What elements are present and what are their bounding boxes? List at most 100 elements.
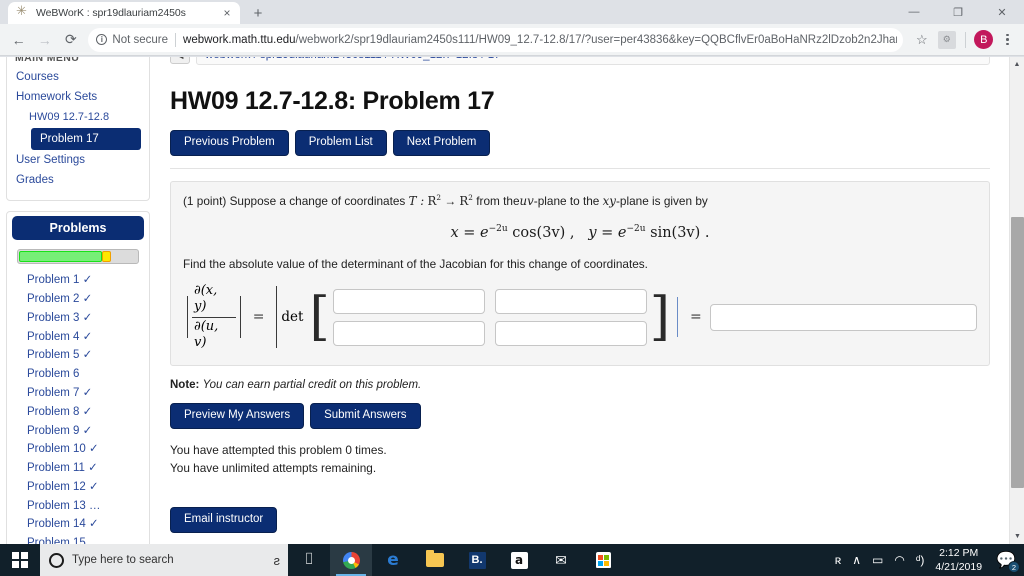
scroll-down-icon[interactable]: ▼ xyxy=(1010,529,1024,544)
scrollbar-thumb[interactable] xyxy=(1011,217,1024,488)
cortana-icon xyxy=(49,552,64,568)
mail-icon[interactable]: ✉ xyxy=(540,544,582,576)
new-tab-button[interactable]: + xyxy=(245,2,271,24)
show-hidden-icons-icon[interactable]: ∧ xyxy=(852,554,861,566)
progress-bar xyxy=(17,248,139,264)
previous-problem-button[interactable]: Previous Problem xyxy=(170,130,289,156)
domain-symbol: R2 xyxy=(427,192,442,208)
file-explorer-icon[interactable] xyxy=(414,544,456,576)
email-instructor-button[interactable]: Email instructor xyxy=(170,507,278,533)
windows-taskbar: Type here to search ƨ ⌷ e B. a ✉ ʀ ∧ ▭ ◠… xyxy=(0,544,1024,576)
sidebar-item-hw09[interactable]: HW09 12.7-12.8 xyxy=(15,108,141,128)
equation-y-rhs: sin(3v) . xyxy=(650,225,710,242)
microsoft-store-icon[interactable] xyxy=(582,544,624,576)
taskbar-clock[interactable]: 2:12 PM 4/21/2019 xyxy=(935,546,982,574)
problem-link-15[interactable]: Problem 15 xyxy=(15,535,141,544)
extension-icon[interactable]: ⚙ xyxy=(935,28,959,52)
problem-list-button[interactable]: Problem List xyxy=(294,130,387,156)
notifications-icon[interactable]: 💬 2 xyxy=(996,550,1020,573)
url-host: webwork.math.ttu.edu xyxy=(183,33,296,46)
blackboard-icon[interactable]: B. xyxy=(456,544,498,576)
sidebar-toggle-icon[interactable]: ◀ xyxy=(170,57,190,64)
jacobian-entry-22[interactable] xyxy=(494,320,647,346)
back-icon[interactable]: ← xyxy=(6,27,31,53)
minimize-icon[interactable]: — xyxy=(892,0,936,24)
jacobian-answer-row: ∂(x, y) ∂(u, v) = det [] = xyxy=(183,283,977,351)
jacobian-determinant-input[interactable] xyxy=(709,303,977,331)
submit-answers-button[interactable]: Submit Answers xyxy=(310,403,421,429)
chrome-menu-icon[interactable] xyxy=(997,28,1018,52)
browser-tab-webwork[interactable]: WeBWorK : spr19dlauriam2450s × xyxy=(8,2,240,24)
sidebar-item-user-settings[interactable]: User Settings xyxy=(15,150,141,170)
tab-close-icon[interactable]: × xyxy=(220,6,234,20)
map-symbol: T : xyxy=(408,193,425,208)
problem-link-4[interactable]: Problem 4 ✓ xyxy=(15,328,141,347)
problem-link-7[interactable]: Problem 7 ✓ xyxy=(15,384,141,403)
chrome-icon[interactable] xyxy=(330,544,372,576)
uv-plane-label: uv xyxy=(519,193,534,208)
bookmark-star-icon[interactable]: ☆ xyxy=(910,28,934,52)
pen-workspace-icon[interactable]: ʀ xyxy=(835,554,842,566)
problem-link-3[interactable]: Problem 3 ✓ xyxy=(15,309,141,328)
abs-bar-right xyxy=(239,296,241,339)
omnibox-divider xyxy=(175,32,177,47)
close-window-icon[interactable]: ✕ xyxy=(980,0,1024,24)
jacobian-entry-11[interactable] xyxy=(332,288,485,314)
taskview-icon[interactable]: ⌷ xyxy=(288,544,330,576)
problem-link-2[interactable]: Problem 2 ✓ xyxy=(15,290,141,309)
reload-icon[interactable]: ⟳ xyxy=(58,27,83,53)
problem-link-13[interactable]: Problem 13 … xyxy=(15,497,141,516)
tab-title: WeBWorK : spr19dlauriam2450s xyxy=(36,7,186,19)
clock-date: 4/21/2019 xyxy=(935,561,983,573)
problem-link-1[interactable]: Problem 1 ✓ xyxy=(15,272,141,291)
start-button[interactable] xyxy=(0,544,40,576)
address-bar[interactable]: i Not secure webwork.math.ttu.edu/webwor… xyxy=(88,27,903,52)
equation-x-exponent: −2u xyxy=(488,224,508,235)
webwork-page: MAIN MENU Courses Homework Sets HW09 12.… xyxy=(0,57,1008,544)
breadcrumb-row: ◀ webwork / spr19dlauriam2450s111 / HW09… xyxy=(170,57,990,65)
attempts-info: You have attempted this problem 0 times.… xyxy=(170,441,990,478)
problem-link-5[interactable]: Problem 5 ✓ xyxy=(15,347,141,366)
problem-link-12[interactable]: Problem 12 ✓ xyxy=(15,478,141,497)
forward-icon[interactable]: → xyxy=(32,27,57,53)
taskbar-search[interactable]: Type here to search ƨ xyxy=(40,544,288,576)
site-info-icon[interactable]: i xyxy=(96,34,108,45)
matrix-row-1 xyxy=(332,288,647,314)
toolbar-divider xyxy=(964,31,966,48)
battery-icon[interactable]: ▭ xyxy=(872,554,883,566)
problems-header: Problems xyxy=(12,215,144,240)
equals-sign-1: = xyxy=(252,309,265,326)
problem-link-10[interactable]: Problem 10 ✓ xyxy=(15,441,141,460)
page-scrollbar[interactable]: ▲ ▼ xyxy=(1009,57,1024,544)
sidebar-item-problem-17[interactable]: Problem 17 xyxy=(31,127,141,150)
scroll-up-icon[interactable]: ▲ xyxy=(1010,57,1024,72)
sidebar-item-grades[interactable]: Grades xyxy=(15,170,141,190)
problem-link-11[interactable]: Problem 11 ✓ xyxy=(15,460,141,479)
sidebar-item-courses[interactable]: Courses xyxy=(15,67,141,87)
det-abs-bar-right xyxy=(677,297,679,338)
jacobian-entry-21[interactable] xyxy=(332,320,485,346)
arrow-symbol: → xyxy=(444,193,457,208)
wifi-icon[interactable]: ◠ xyxy=(894,554,904,566)
problem-link-8[interactable]: Problem 8 ✓ xyxy=(15,403,141,422)
next-problem-button[interactable]: Next Problem xyxy=(392,130,491,156)
preview-my-answers-button[interactable]: Preview My Answers xyxy=(170,403,305,429)
attempts-line-1: You have attempted this problem 0 times. xyxy=(170,442,387,457)
problem-link-6[interactable]: Problem 6 xyxy=(15,366,141,385)
security-label: Not secure xyxy=(112,33,169,46)
restore-icon[interactable]: ❐ xyxy=(936,0,980,24)
problem-link-9[interactable]: Problem 9 ✓ xyxy=(15,422,141,441)
volume-icon[interactable]: ᵈ) xyxy=(916,554,925,566)
matrix-bracket-left: [ xyxy=(309,286,330,347)
sidebar-item-homework-sets[interactable]: Homework Sets xyxy=(15,87,141,107)
amazon-icon[interactable]: a xyxy=(498,544,540,576)
codomain-symbol: R2 xyxy=(459,192,473,208)
jacobian-entry-12[interactable] xyxy=(494,288,647,314)
microphone-icon[interactable]: ƨ xyxy=(274,553,281,568)
problem-link-14[interactable]: Problem 14 ✓ xyxy=(15,516,141,535)
profile-avatar[interactable]: B xyxy=(972,28,996,52)
jacobian-denominator: ∂(u, v) xyxy=(191,316,236,352)
edge-icon[interactable]: e xyxy=(372,544,414,576)
intro-text-4: -plane is given by xyxy=(615,193,708,208)
equation-x-rhs: cos(3v) , xyxy=(512,225,575,242)
